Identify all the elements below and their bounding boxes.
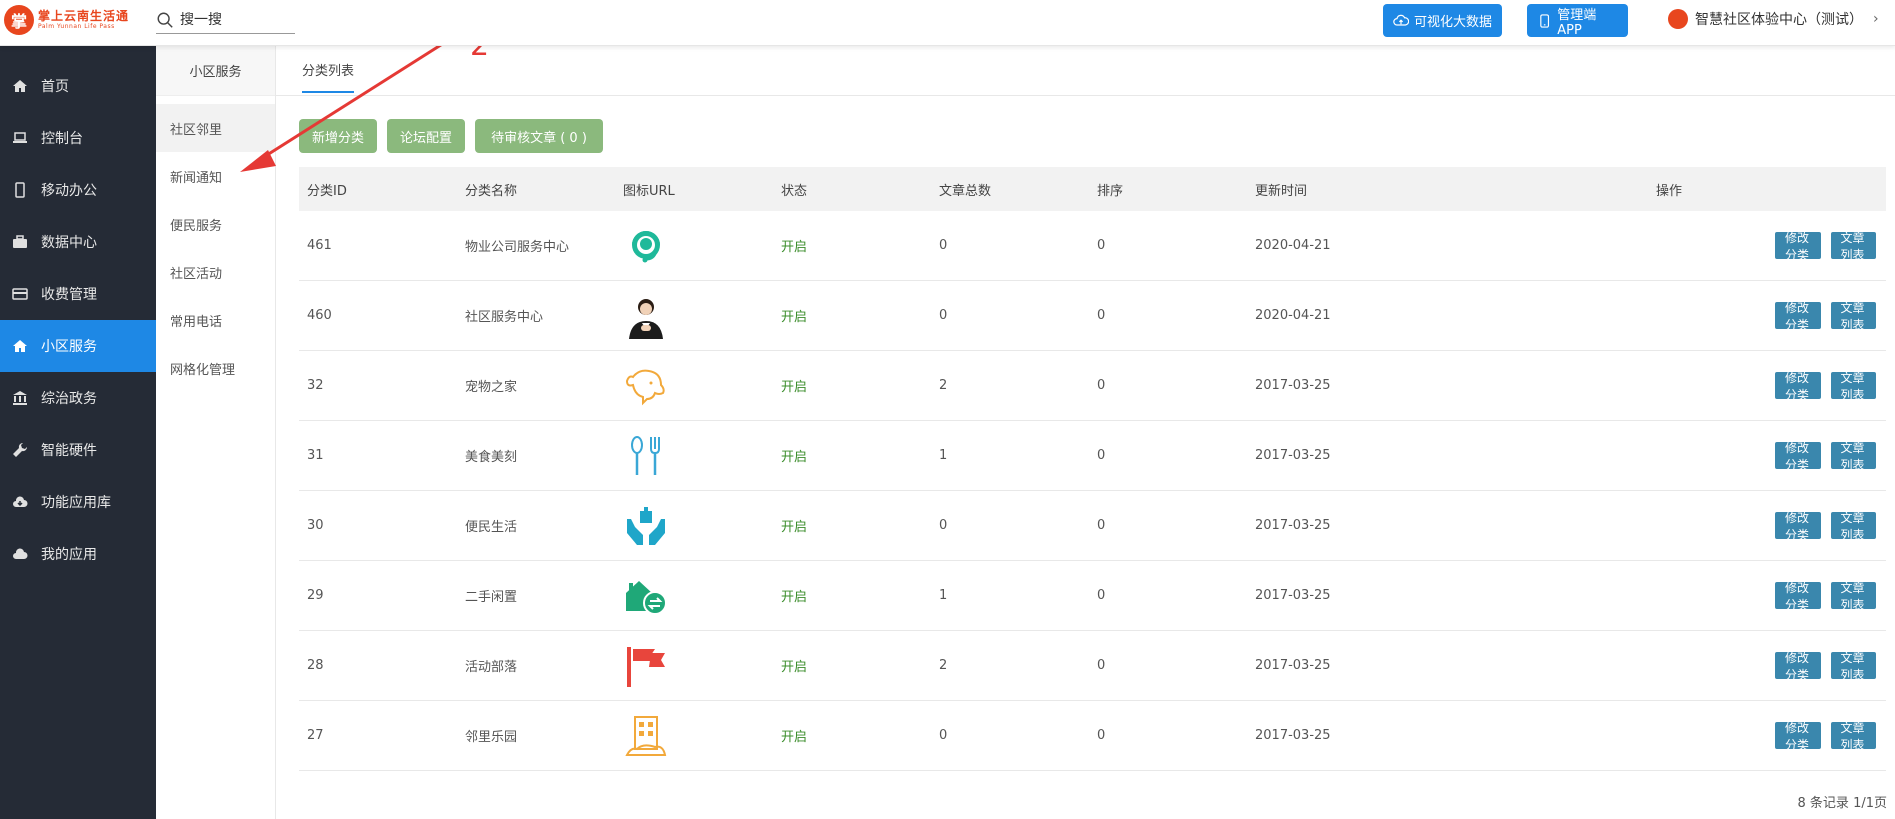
pagination-info: 8 条记录 1/1页 [1797, 796, 1887, 811]
bigdata-button[interactable]: 可视化大数据 [1383, 4, 1502, 37]
article-list-button[interactable]: 文章列表 [1830, 511, 1876, 542]
header-update-time: 更新时间 [1255, 183, 1308, 199]
header-id: 分类ID [307, 183, 347, 199]
logo-name: 掌上云南生活通 [38, 9, 130, 23]
submenu-item-news[interactable]: 新闻通知 [156, 152, 275, 200]
sidebar-item-app-library[interactable]: 功能应用库 [0, 476, 156, 528]
bank-icon [13, 391, 27, 405]
article-list-button[interactable]: 文章列表 [1830, 581, 1876, 612]
table-row: 31 美食美刻 开启 1 0 2017-03-25 修改分类 文章列表 [299, 421, 1886, 491]
user-name: 智慧社区体验中心（测试） [1695, 12, 1863, 28]
edit-category-button[interactable]: 修改分类 [1775, 511, 1821, 542]
article-list-button[interactable]: 文章列表 [1830, 441, 1876, 472]
table-row: 29 二手闲置 开启 1 0 2017-03-25 修改分类 文章列表 [299, 561, 1886, 631]
briefcase-icon [13, 235, 27, 248]
table-row: 28 活动部落 开启 2 0 2017-03-25 修改分类 文章列表 [299, 631, 1886, 701]
pending-articles-button[interactable]: 待审核文章 ( 0 ) [475, 119, 603, 153]
sidebar-item-governance[interactable]: 综治政务 [0, 372, 156, 424]
cloud-upload-icon [1393, 14, 1409, 26]
header-status: 状态 [781, 183, 808, 199]
sub-menu: 小区服务 社区邻里 新闻通知 便民服务 社区活动 常用电话 网格化管理 [156, 46, 276, 819]
edit-category-button[interactable]: 修改分类 [1775, 301, 1821, 332]
logo-icon: 掌 [4, 5, 34, 35]
admin-app-button[interactable]: 管理端APP [1527, 4, 1628, 38]
table-row: 27 邻里乐园 开启 0 0 2017-03-25 修改分类 文章列表 [299, 701, 1886, 771]
article-list-button[interactable]: 文章列表 [1830, 231, 1876, 262]
header-operations: 操作 [1655, 183, 1682, 199]
cloud-icon [13, 548, 28, 559]
search-icon [157, 12, 173, 28]
table-row: 461 物业公司服务中心 开启 0 0 2020-04-21 修改分类 文章列表 [299, 211, 1886, 281]
add-category-button[interactable]: 新增分类 [299, 119, 377, 153]
table-row: 30 便民生活 开启 0 0 2017-03-25 修改分类 文章列表 [299, 491, 1886, 561]
search-input[interactable] [180, 11, 290, 28]
search-box[interactable] [156, 6, 295, 34]
table-row: 32 宠物之家 开启 2 0 2017-03-25 修改分类 文章列表 [299, 351, 1886, 421]
article-list-button[interactable]: 文章列表 [1830, 301, 1876, 332]
forum-config-button[interactable]: 论坛配置 [387, 119, 465, 153]
submenu-item-activities[interactable]: 社区活动 [156, 248, 275, 296]
avatar [1668, 9, 1688, 29]
sidebar-item-console[interactable]: 控制台 [0, 112, 156, 164]
hands-gift-icon [627, 506, 665, 545]
sidebar-item-data-center[interactable]: 数据中心 [0, 216, 156, 268]
table-row: 460 社区服务中心 开启 0 0 2020-04-21 修改分类 文章列表 [299, 281, 1886, 351]
tab-category-list[interactable]: 分类列表 [302, 60, 355, 93]
home-icon [13, 340, 27, 352]
header-sort: 排序 [1097, 183, 1124, 199]
table-header: 分类ID 分类名称 图标URL 状态 文章总数 排序 更新时间 操作 [299, 167, 1886, 211]
article-list-button[interactable]: 文章列表 [1830, 371, 1876, 402]
building-icon [625, 715, 667, 756]
sidebar-item-community-service[interactable]: 小区服务 [0, 320, 156, 372]
header-icon-url: 图标URL [623, 183, 675, 199]
logo-english-name: Palm Yunnan Life Pass [38, 23, 115, 30]
header-article-count: 文章总数 [939, 183, 992, 199]
app-logo[interactable]: 掌 掌上云南生活通 Palm Yunnan Life Pass [4, 5, 129, 35]
edit-category-button[interactable]: 修改分类 [1775, 581, 1821, 612]
article-list-button[interactable]: 文章列表 [1830, 651, 1876, 682]
sidebar-item-home[interactable]: 首页 [0, 60, 156, 112]
header-name: 分类名称 [465, 183, 518, 199]
home-icon [13, 80, 27, 92]
mobile-icon [15, 182, 25, 198]
action-bar: 新增分类 论坛配置 待审核文章 ( 0 ) [299, 119, 613, 153]
edit-category-button[interactable]: 修改分类 [1775, 651, 1821, 682]
dog-icon [625, 369, 665, 405]
card-icon [12, 288, 28, 300]
cloud-download-icon [13, 496, 28, 507]
phone-icon [1540, 13, 1550, 28]
wrench-icon [13, 442, 28, 457]
chevron-right-icon: › [1873, 11, 1879, 27]
article-list-button[interactable]: 文章列表 [1830, 721, 1876, 752]
sidebar-item-mobile-office[interactable]: 移动办公 [0, 164, 156, 216]
tab-bar: 分类列表 [276, 46, 1895, 96]
submenu-item-grid-management[interactable]: 网格化管理 [156, 344, 275, 392]
headset-icon [632, 230, 660, 262]
submenu-item-convenience[interactable]: 便民服务 [156, 200, 275, 248]
sidebar-item-billing[interactable]: 收费管理 [0, 268, 156, 320]
edit-category-button[interactable]: 修改分类 [1775, 371, 1821, 402]
submenu-item-phones[interactable]: 常用电话 [156, 296, 275, 344]
staff-photo-icon [629, 298, 663, 339]
category-table: 分类ID 分类名称 图标URL 状态 文章总数 排序 更新时间 操作 461 物… [299, 167, 1886, 771]
main-sidebar: 首页 控制台 移动办公 数据中心 收费管理 小区服务 综治政务 智能硬件 功能应… [0, 46, 156, 819]
spoon-fork-icon [631, 435, 660, 475]
house-exchange-icon [626, 580, 667, 615]
flag-icon [627, 646, 665, 687]
user-menu[interactable]: 智慧社区体验中心（测试） › [1668, 9, 1879, 29]
laptop-icon [13, 132, 27, 143]
sidebar-item-my-apps[interactable]: 我的应用 [0, 528, 156, 580]
submenu-title: 小区服务 [156, 46, 275, 96]
submenu-item-neighbors[interactable]: 社区邻里 [156, 104, 275, 152]
edit-category-button[interactable]: 修改分类 [1775, 721, 1821, 752]
edit-category-button[interactable]: 修改分类 [1775, 231, 1821, 262]
sidebar-item-smart-hardware[interactable]: 智能硬件 [0, 424, 156, 476]
edit-category-button[interactable]: 修改分类 [1775, 441, 1821, 472]
top-header: 掌 掌上云南生活通 Palm Yunnan Life Pass 可视化大数据 管… [0, 0, 1895, 46]
